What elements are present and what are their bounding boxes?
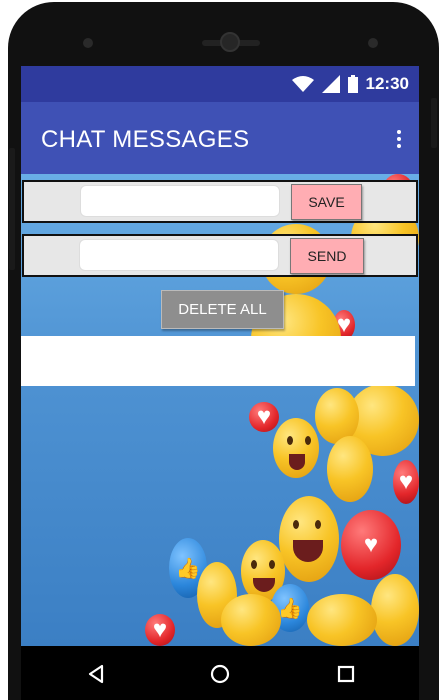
back-icon[interactable] xyxy=(85,663,107,685)
battery-icon xyxy=(347,75,358,93)
front-camera-icon xyxy=(220,32,240,52)
sensor-icon xyxy=(83,38,93,48)
status-time: 12:30 xyxy=(365,74,409,93)
wifi-icon xyxy=(291,76,314,92)
send-row: SEND xyxy=(22,234,418,277)
overflow-menu-icon[interactable] xyxy=(397,130,403,151)
power-button xyxy=(431,98,437,148)
message-input[interactable] xyxy=(80,185,280,217)
signal-icon xyxy=(321,75,340,93)
save-row: SAVE xyxy=(22,180,418,223)
status-bar: 12:30 xyxy=(21,66,419,102)
messages-list xyxy=(21,336,415,386)
main-content: SAVE SEND DELETE ALL xyxy=(21,174,419,646)
save-button[interactable]: SAVE xyxy=(291,184,362,220)
send-input[interactable] xyxy=(79,239,279,271)
app-bar: CHAT MESSAGES xyxy=(21,102,419,174)
send-button[interactable]: SEND xyxy=(290,238,364,274)
phone-screen: 12:30 CHAT MESSAGES ♥ ♥ ♥ ♥ ♥ 👍 👍 ♥ SAVE… xyxy=(21,66,419,646)
page-title: CHAT MESSAGES xyxy=(41,126,250,153)
delete-all-button[interactable]: DELETE ALL xyxy=(161,290,284,329)
sensor-icon xyxy=(368,38,378,48)
navigation-bar xyxy=(21,646,419,700)
recents-icon[interactable] xyxy=(335,663,357,685)
volume-button xyxy=(9,148,15,270)
home-icon[interactable] xyxy=(209,663,231,685)
